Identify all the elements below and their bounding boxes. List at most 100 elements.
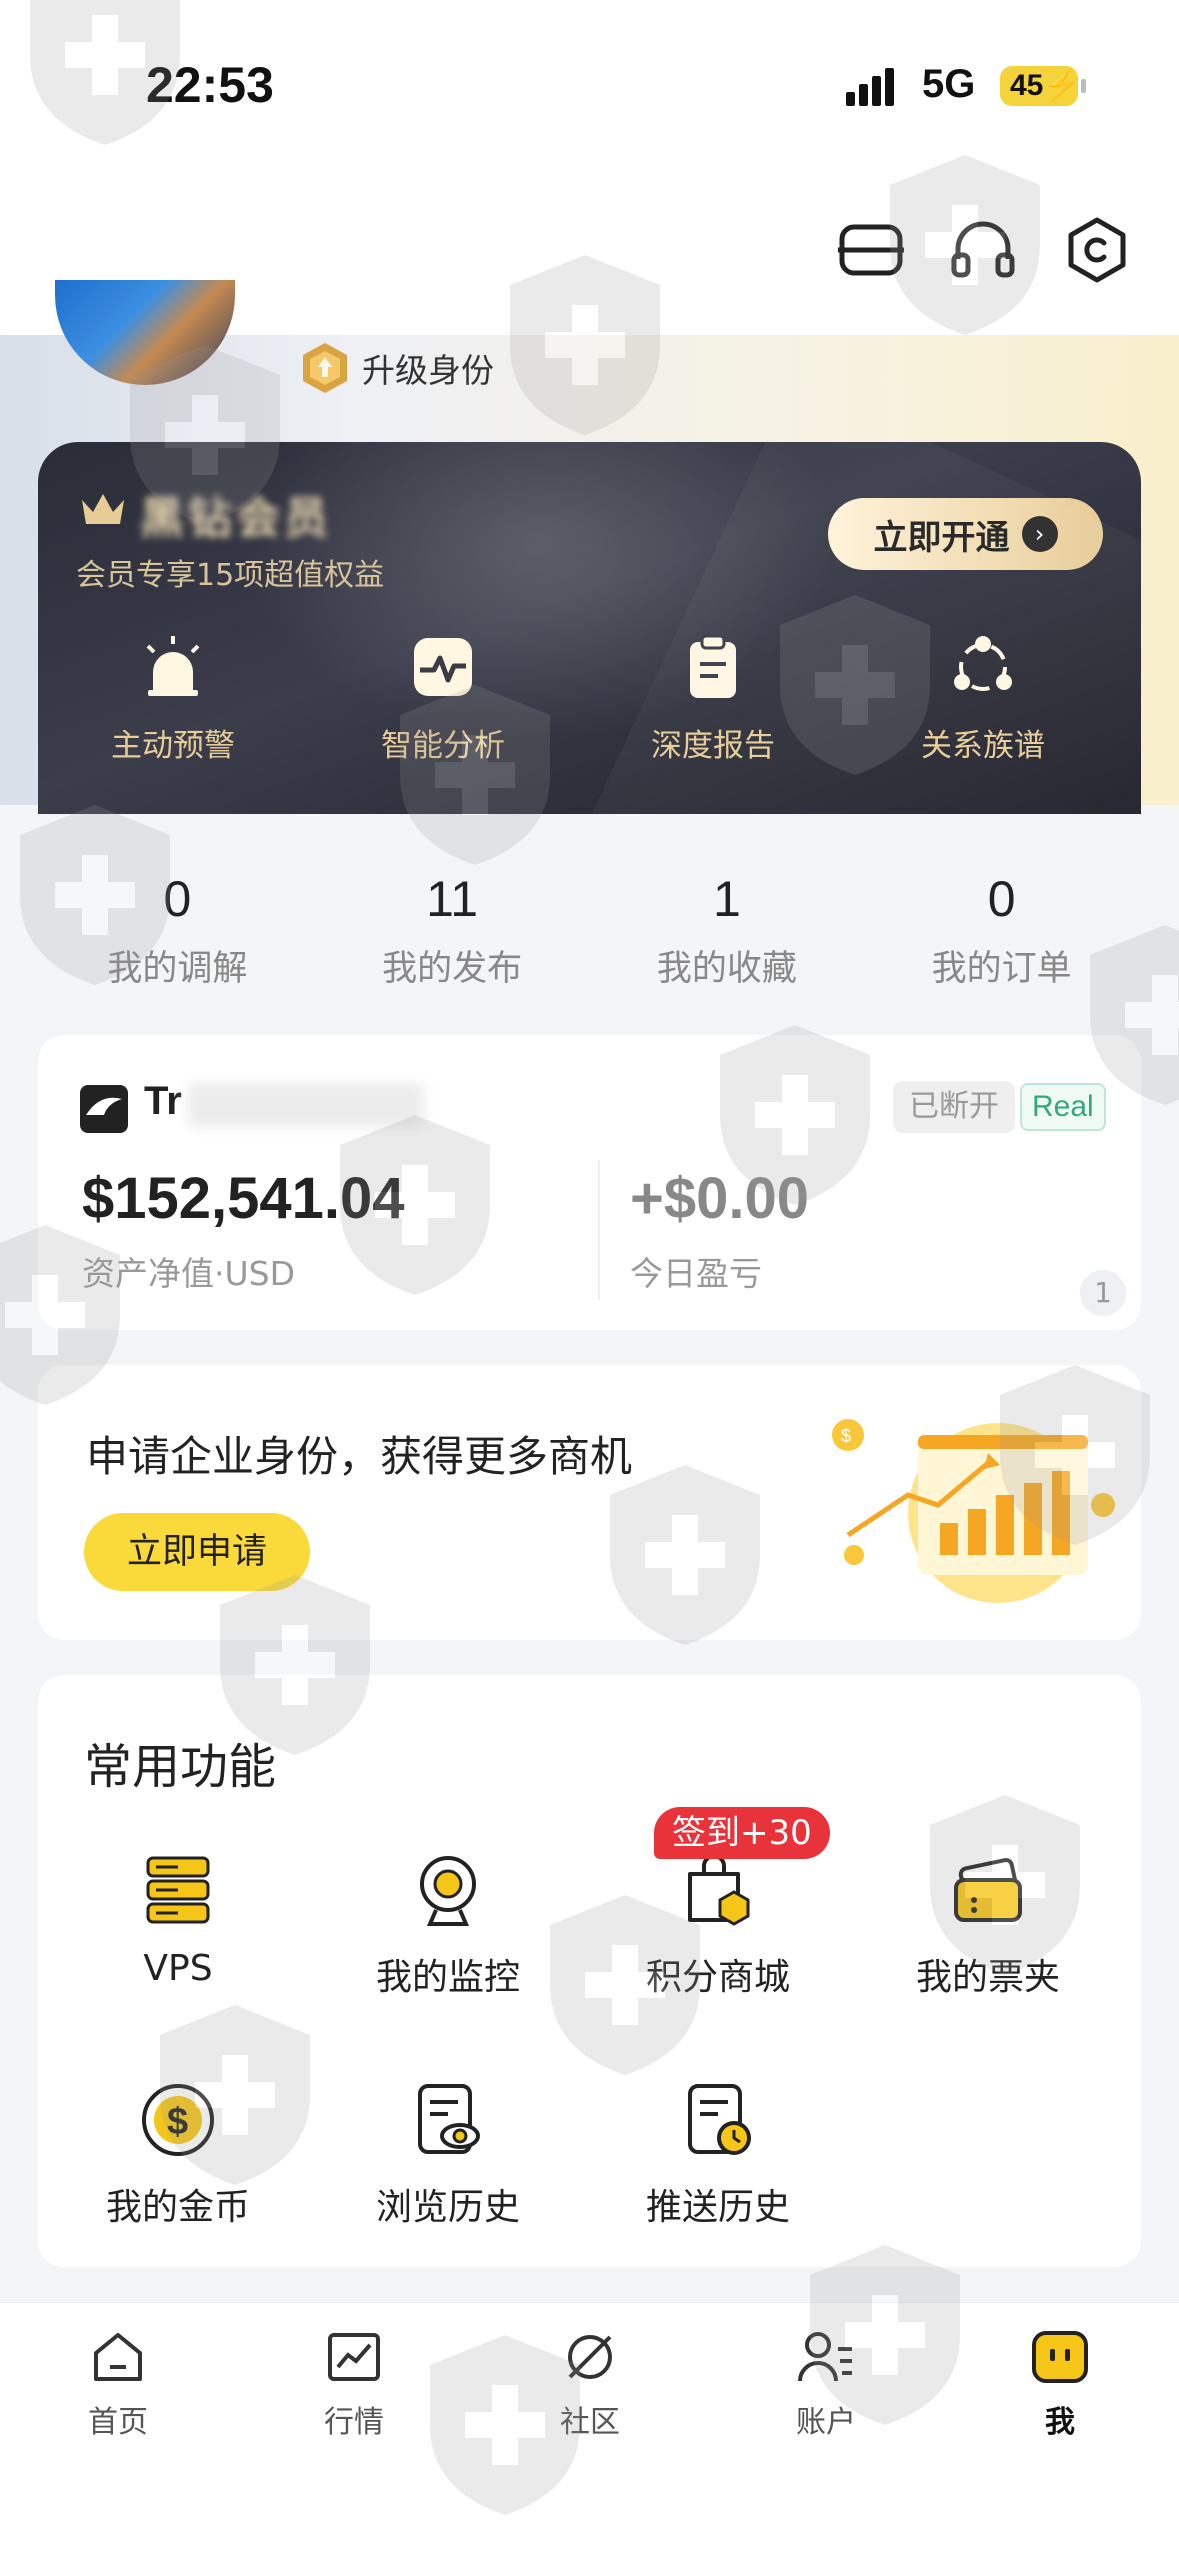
account-type-badge: Real bbox=[1020, 1083, 1106, 1131]
community-icon bbox=[568, 2335, 612, 2379]
upgrade-label: 升级身份 bbox=[362, 351, 494, 390]
vip-feature-label: 关系族谱 bbox=[921, 728, 1045, 764]
function-label: 推送历史 bbox=[645, 2187, 790, 2228]
home-icon bbox=[94, 2333, 142, 2381]
stat-value: 0 bbox=[987, 871, 1016, 927]
scan-icon[interactable] bbox=[836, 215, 906, 285]
status-bar: 22:53 5G 45⚡ bbox=[0, 0, 1179, 150]
tab-label: 行情 bbox=[324, 2405, 384, 2440]
vip-subtitle: 会员专享15项超值权益 bbox=[76, 558, 385, 593]
page-indicator: 1 bbox=[1080, 1270, 1126, 1316]
pulse-chart-icon bbox=[414, 638, 472, 696]
user-stats: 0 我的调解 11 我的发布 1 我的收藏 0 我的订单 bbox=[0, 815, 1179, 1015]
bottom-tab-bar: 首页 行情 社区 账户 我 bbox=[0, 2302, 1179, 2556]
coin-icon: $ bbox=[142, 2084, 214, 2156]
broker-name-redacted bbox=[188, 1083, 423, 1127]
tab-community[interactable]: 社区 bbox=[510, 2325, 670, 2441]
ticket-wallet-icon bbox=[954, 1858, 1022, 1922]
net-equity-label: 资产净值·USD bbox=[82, 1254, 296, 1293]
enterprise-banner[interactable]: 申请企业身份，获得更多商机 立即申请 $ bbox=[38, 1365, 1141, 1640]
me-icon bbox=[1032, 2331, 1088, 2383]
stat-label: 我的发布 bbox=[382, 949, 523, 989]
stat-posts[interactable]: 11 我的发布 bbox=[332, 815, 572, 1015]
tab-label: 我 bbox=[1045, 2405, 1075, 2440]
stat-value: 11 bbox=[426, 871, 479, 927]
stat-mediation[interactable]: 0 我的调解 bbox=[57, 815, 297, 1015]
stat-orders[interactable]: 0 我的订单 bbox=[882, 815, 1122, 1015]
upgrade-identity-link[interactable]: 升级身份 bbox=[300, 340, 494, 396]
divider bbox=[598, 1160, 600, 1300]
stat-label: 我的订单 bbox=[931, 949, 1072, 989]
tab-me[interactable]: 我 bbox=[980, 2325, 1140, 2441]
tab-home[interactable]: 首页 bbox=[38, 2325, 198, 2441]
function-coins[interactable]: $ 我的金币 bbox=[43, 2080, 313, 2230]
tab-label: 首页 bbox=[88, 2405, 148, 2440]
status-time: 22:53 bbox=[146, 57, 274, 113]
vip-feature-analysis[interactable]: 智能分析 bbox=[308, 632, 578, 802]
function-label: VPS bbox=[143, 1948, 213, 1989]
server-icon bbox=[146, 1856, 210, 1924]
clipboard-report-icon bbox=[690, 634, 736, 698]
function-label: 浏览历史 bbox=[375, 2187, 520, 2228]
vip-feature-report[interactable]: 深度报告 bbox=[578, 632, 848, 802]
account-icon bbox=[798, 2332, 852, 2382]
function-label: 积分商城 bbox=[645, 1957, 790, 1998]
broker-name: Tr bbox=[144, 1079, 182, 1123]
tab-market[interactable]: 行情 bbox=[274, 2325, 434, 2441]
function-label: 我的监控 bbox=[375, 1957, 520, 1998]
enterprise-title: 申请企业身份，获得更多商机 bbox=[86, 1432, 633, 1481]
vip-feature-label: 智能分析 bbox=[381, 728, 505, 764]
open-membership-button[interactable]: 立即开通 › bbox=[828, 498, 1103, 570]
camera-icon bbox=[420, 1856, 476, 1926]
vip-feature-relations[interactable]: 关系族谱 bbox=[848, 632, 1118, 802]
tab-account[interactable]: 账户 bbox=[746, 2325, 906, 2441]
stat-value: 0 bbox=[163, 871, 192, 927]
charging-icon: ⚡ bbox=[1043, 69, 1081, 102]
vip-membership-card[interactable]: 黑钻会员 会员专享15项超值权益 立即开通 › 主动预警 智能分析 深度报告 关… bbox=[38, 442, 1141, 814]
battery-level: 45 bbox=[1010, 69, 1044, 102]
vip-feature-label: 主动预警 bbox=[111, 728, 235, 764]
upgrade-badge-icon bbox=[303, 343, 347, 393]
crown-icon bbox=[82, 494, 124, 524]
battery-indicator: 45⚡ bbox=[1000, 66, 1086, 106]
function-vps[interactable]: VPS bbox=[43, 1850, 313, 1989]
net-equity-value: $152,541.04 bbox=[82, 1166, 405, 1231]
browse-history-icon bbox=[418, 2084, 480, 2154]
checkin-reward-badge[interactable]: 签到+30 bbox=[654, 1807, 830, 1859]
vip-title: 黑钻会员 bbox=[140, 493, 332, 544]
common-functions-section: 常用功能 VPS 我的监控 积分商城 我的票夹 $ 我的金币 浏览历史 推送历史… bbox=[38, 1675, 1141, 2267]
shopping-bag-icon bbox=[688, 1854, 750, 1926]
connection-status-badge: 已断开 bbox=[893, 1081, 1015, 1133]
vip-feature-label: 深度报告 bbox=[651, 728, 775, 764]
arrow-right-icon: › bbox=[1021, 516, 1058, 552]
daily-pnl-value: +$0.00 bbox=[630, 1166, 810, 1231]
daily-pnl-label: 今日盈亏 bbox=[630, 1254, 762, 1293]
stat-label: 我的收藏 bbox=[656, 949, 797, 989]
tab-label: 账户 bbox=[796, 2405, 856, 2440]
signal-icon bbox=[846, 68, 894, 106]
open-membership-label: 立即开通 bbox=[873, 517, 1010, 558]
vip-features: 主动预警 智能分析 深度报告 关系族谱 bbox=[38, 632, 1141, 802]
function-ticket-wallet[interactable]: 我的票夹 bbox=[853, 1850, 1123, 2000]
market-chart-icon bbox=[328, 2333, 380, 2381]
trading-account-card[interactable]: Tr 已断开 Real $152,541.04 资产净值·USD +$0.00 … bbox=[38, 1035, 1141, 1330]
vip-feature-alert[interactable]: 主动预警 bbox=[38, 632, 308, 802]
function-label: 我的金币 bbox=[105, 2187, 250, 2228]
settings-icon[interactable] bbox=[1062, 215, 1132, 285]
network-type: 5G bbox=[922, 62, 976, 106]
apply-now-button[interactable]: 立即申请 bbox=[84, 1513, 310, 1591]
relation-graph-icon bbox=[954, 636, 1012, 691]
stat-label: 我的调解 bbox=[107, 949, 248, 989]
growth-chart-illustration: $ bbox=[832, 1419, 1115, 1603]
stat-value: 1 bbox=[712, 871, 741, 927]
function-monitor[interactable]: 我的监控 bbox=[313, 1850, 583, 2000]
headset-icon[interactable] bbox=[948, 215, 1018, 285]
function-label: 我的票夹 bbox=[915, 1957, 1060, 1998]
alarm-light-icon bbox=[146, 636, 200, 696]
function-push-history[interactable]: 推送历史 bbox=[583, 2080, 853, 2230]
function-points-mall[interactable]: 积分商城 bbox=[583, 1850, 853, 2000]
svg-text:$: $ bbox=[841, 1426, 851, 1446]
stat-favorites[interactable]: 1 我的收藏 bbox=[607, 815, 847, 1015]
svg-text:$: $ bbox=[167, 2101, 188, 2143]
function-browse-history[interactable]: 浏览历史 bbox=[313, 2080, 583, 2230]
